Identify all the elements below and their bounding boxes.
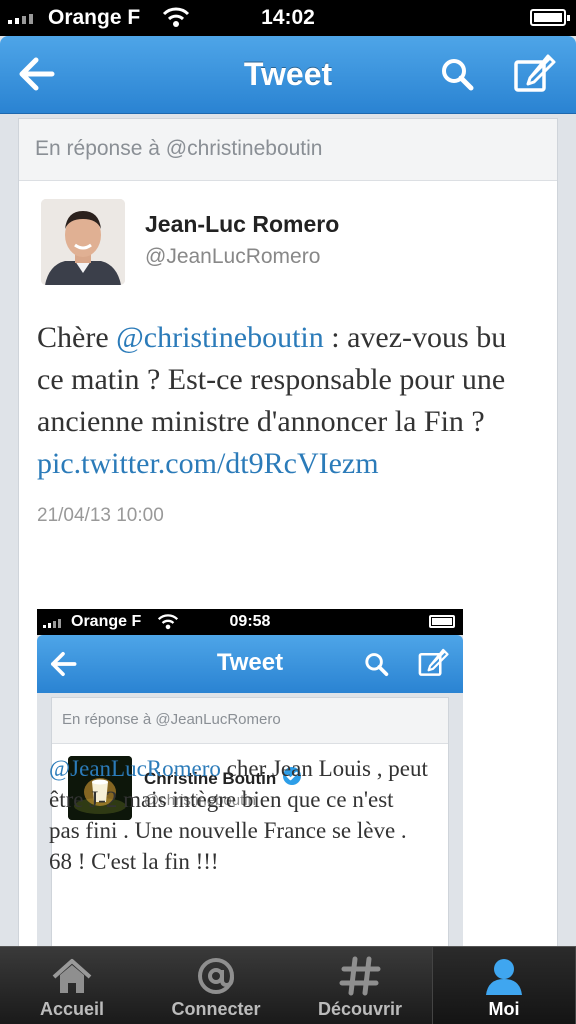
tweet-author[interactable]: Jean-Luc Romero @JeanLucRomero (19, 181, 557, 289)
author-handle: @JeanLucRomero (145, 245, 321, 268)
embedded-mention: @JeanLucRomero (49, 756, 221, 781)
tweet-detail-card: En réponse à @christineboutin Jean-Luc R… (18, 118, 558, 948)
tab-connecter[interactable]: Connecter (144, 947, 288, 1024)
mention-link[interactable]: @christineboutin (116, 321, 324, 354)
search-icon[interactable] (436, 54, 480, 94)
tab-moi[interactable]: Moi (432, 947, 576, 1024)
author-name[interactable]: Jean-Luc Romero (145, 211, 339, 238)
embedded-reply-context: En réponse à @JeanLucRomero (52, 698, 448, 744)
embedded-screenshot-image[interactable]: Orange F 09:58 Tweet En réponse à @JeanL… (37, 609, 463, 947)
page-title: Tweet (243, 56, 333, 92)
tab-accueil[interactable]: Accueil (0, 947, 144, 1024)
embedded-status-bar: Orange F 09:58 (37, 609, 463, 635)
tab-label: Moi (488, 999, 520, 1019)
embedded-battery-icon (429, 615, 455, 628)
tweet-timestamp: 21/04/13 10:00 (37, 505, 164, 526)
tweet-text: Chère @christineboutin : avez-vous bu ce… (19, 289, 519, 485)
embedded-search-icon (361, 649, 393, 679)
media-link[interactable]: pic.twitter.com/dt9RcVIezm (37, 447, 379, 480)
status-time: 14:02 (261, 6, 315, 29)
compose-icon[interactable] (510, 52, 558, 96)
hashtag-icon (336, 955, 384, 997)
navigation-bar: Tweet (0, 36, 576, 114)
tab-bar: Accueil Connecter Découvrir Moi (0, 946, 576, 1024)
embedded-navigation-bar: Tweet (37, 635, 463, 693)
status-bar: Orange F 14:02 (0, 0, 576, 36)
embedded-title: Tweet (216, 649, 284, 676)
tab-label: Découvrir (317, 999, 403, 1019)
reply-context[interactable]: En réponse à @christineboutin (19, 119, 557, 181)
home-icon (48, 955, 96, 997)
avatar[interactable] (41, 199, 125, 285)
embedded-compose-icon (415, 647, 451, 679)
tab-decouvrir[interactable]: Découvrir (288, 947, 432, 1024)
at-icon (192, 955, 240, 997)
embedded-time: 09:58 (229, 613, 271, 630)
embedded-tweet-text: @JeanLucRomero cher Jean Louis , peut êt… (49, 753, 429, 877)
person-icon (480, 955, 528, 997)
battery-icon (530, 9, 570, 26)
tab-label: Accueil (39, 999, 105, 1019)
tweet-text-start: Chère (37, 321, 117, 354)
tab-label: Connecter (171, 999, 261, 1019)
